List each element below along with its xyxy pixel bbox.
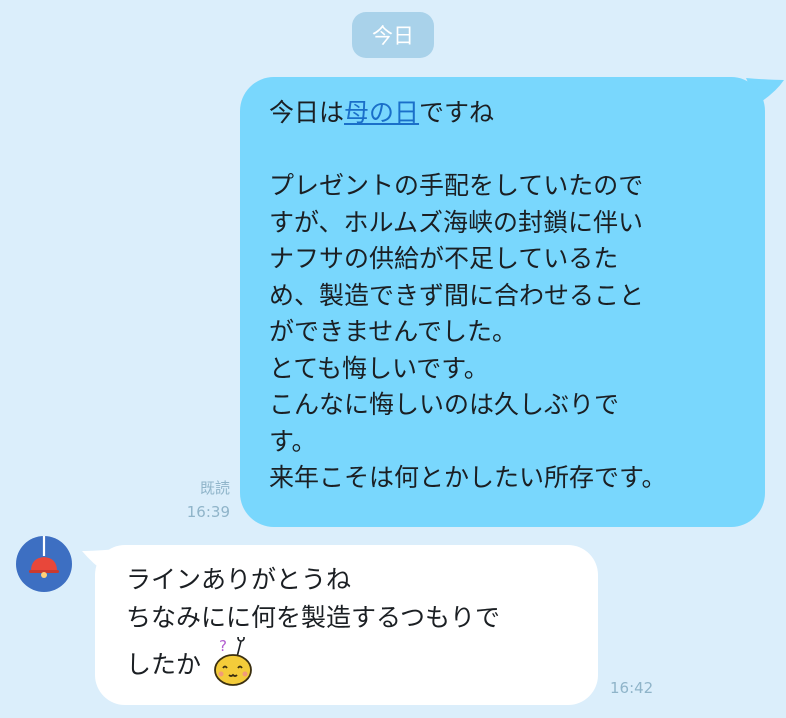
outgoing-message-bubble[interactable]: 今日は母の日ですね プレゼントの手配をしていたので すが、ホルムズ海峡の封鎖に伴… <box>240 77 765 527</box>
avatar[interactable] <box>16 536 72 592</box>
message-line: 今日は母の日ですね <box>269 98 495 127</box>
incoming-message-bubble[interactable]: ラインありがとうね ちなみにに何を製造するつもりで したか ? <box>95 545 598 705</box>
date-separator: 今日 <box>352 12 434 58</box>
message-line: したか ? <box>126 634 588 698</box>
message-line: こんなに悔しいのは久しぶりで <box>269 390 620 419</box>
message-line: め、製造できず間に合わせること <box>269 280 645 310</box>
confused-face-emoji-icon: ? <box>205 634 261 698</box>
message-line: ラインありがとうね <box>126 565 352 594</box>
message-line: ちなみにに何を製造するつもりで <box>126 603 501 632</box>
message-line <box>269 132 755 169</box>
message-line: す。 <box>269 426 317 456</box>
pendant-lamp-icon <box>29 536 59 578</box>
message-line: ナフサの供給が不足しているた <box>269 244 619 273</box>
read-receipt: 既読 <box>199 479 230 497</box>
outgoing-timestamp: 16:39 <box>186 503 230 521</box>
message-line: 来年こそは何とかしたい所存です。 <box>269 463 667 492</box>
mothers-day-link[interactable]: 母の日 <box>344 98 419 127</box>
incoming-timestamp: 16:42 <box>610 679 654 697</box>
date-label: 今日 <box>372 24 414 48</box>
message-line: プレゼントの手配をしていたので <box>269 171 644 200</box>
svg-text:?: ? <box>219 637 227 655</box>
message-line: ができませんでした。 <box>269 317 518 346</box>
message-line: すが、ホルムズ海峡の封鎖に伴い <box>269 207 644 237</box>
message-line: とても悔しいです。 <box>269 353 489 383</box>
outgoing-message-meta: 既読 16:39 <box>170 476 230 524</box>
